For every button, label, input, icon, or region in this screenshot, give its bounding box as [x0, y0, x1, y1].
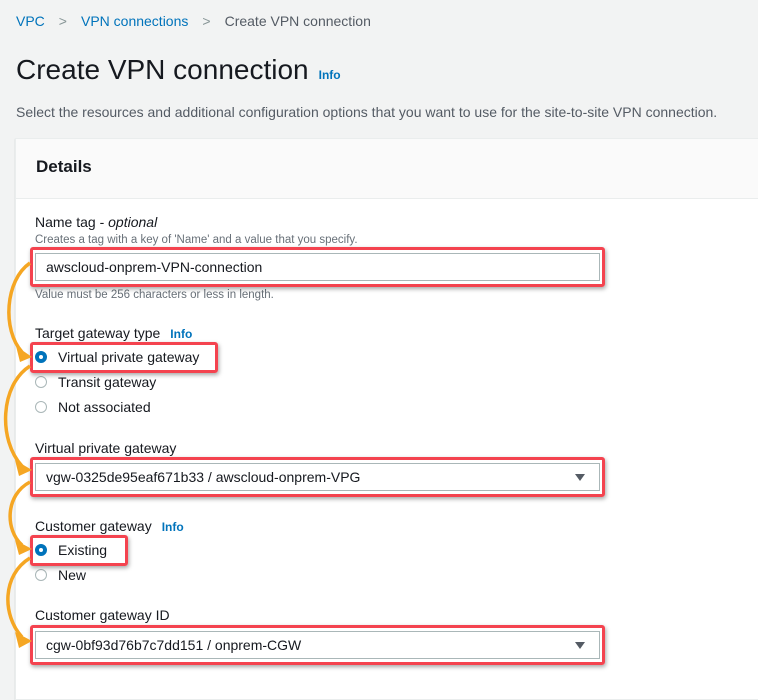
name-tag-label-text: Name tag - [35, 214, 109, 230]
radio-virtual-private-gateway[interactable]: Virtual private gateway [35, 349, 199, 365]
breadcrumb-vpn-connections[interactable]: VPN connections [81, 13, 188, 29]
breadcrumb-vpc[interactable]: VPC [16, 13, 45, 29]
radio-transit-gateway[interactable]: Transit gateway [35, 374, 156, 390]
radio-label: Not associated [58, 399, 151, 415]
virtual-private-gateway-label: Virtual private gateway [35, 440, 177, 456]
radio-label: Existing [58, 542, 108, 558]
radio-selected-icon [35, 351, 47, 363]
radio-label: Virtual private gateway [58, 349, 200, 365]
radio-not-associated[interactable]: Not associated [35, 399, 151, 415]
page-header: Create VPN connection Info [16, 54, 341, 86]
radio-unselected-icon [35, 376, 47, 388]
name-tag-description: Creates a tag with a key of 'Name' and a… [35, 234, 358, 246]
optional-label: optional [108, 214, 158, 230]
radio-selected-icon [35, 544, 47, 556]
details-heading: Details [16, 139, 758, 199]
info-link[interactable]: Info [162, 520, 184, 534]
radio-existing[interactable]: Existing [35, 542, 107, 558]
select-value: vgw-0325de95eaf671b33 / awscloud-onprem-… [46, 469, 361, 485]
page-description: Select the resources and additional conf… [16, 104, 718, 120]
info-link[interactable]: Info [170, 327, 192, 341]
name-tag-label: Name tag - optional [35, 214, 157, 230]
breadcrumb: VPC > VPN connections > Create VPN conne… [16, 13, 371, 29]
chevron-right-icon: > [202, 13, 211, 29]
radio-unselected-icon [35, 401, 47, 413]
radio-label: New [58, 567, 87, 583]
name-tag-input[interactable]: awscloud-onprem-VPN-connection [35, 253, 600, 281]
name-tag-constraint: Value must be 256 characters or less in … [35, 289, 274, 301]
virtual-private-gateway-select[interactable]: vgw-0325de95eaf671b33 / awscloud-onprem-… [35, 463, 600, 491]
customer-gateway-id-select[interactable]: cgw-0bf93d76b7c7dd151 / onprem-CGW [35, 631, 600, 659]
radio-new[interactable]: New [35, 567, 86, 583]
target-gateway-type-label: Target gateway type Info [35, 325, 192, 341]
breadcrumb-current: Create VPN connection [224, 13, 371, 29]
page-title: Create VPN connection [16, 54, 309, 85]
caret-down-icon [575, 474, 585, 481]
customer-gateway-id-label: Customer gateway ID [35, 607, 170, 623]
chevron-right-icon: > [58, 13, 67, 29]
info-link[interactable]: Info [319, 68, 341, 82]
customer-gateway-label: Customer gateway Info [35, 518, 184, 534]
customer-gateway-label-text: Customer gateway [35, 518, 152, 534]
radio-label: Transit gateway [58, 374, 157, 390]
select-value: cgw-0bf93d76b7c7dd151 / onprem-CGW [46, 637, 302, 653]
radio-unselected-icon [35, 569, 47, 581]
caret-down-icon [575, 642, 585, 649]
target-gateway-type-label-text: Target gateway type [35, 325, 161, 341]
